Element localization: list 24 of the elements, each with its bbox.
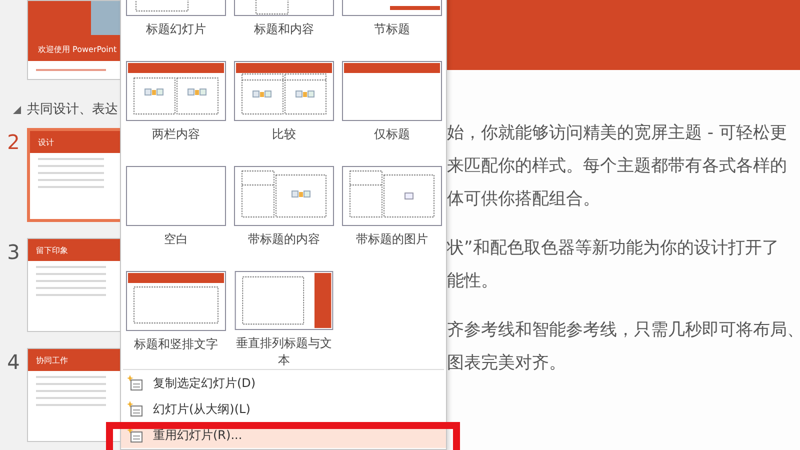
slide-number: 3 xyxy=(6,239,21,266)
collapse-triangle-icon[interactable] xyxy=(13,106,21,114)
slide-number: 2 xyxy=(6,129,21,156)
slide-star-icon xyxy=(127,427,143,443)
layout-option[interactable]: 比较 xyxy=(234,61,334,166)
layout-option[interactable]: 带标题的图片 xyxy=(342,166,442,271)
slide-paragraph: 状”和配色取色器等新功能为你的设计打开了 能性。 xyxy=(447,237,780,293)
slide-number: 4 xyxy=(6,349,21,376)
section-title: 共同设计、表达 xyxy=(27,101,118,119)
slide-paragraph: 始，你就能够访问精美的宽屏主题 - 可轻松更 来匹配你的样式。每个主题都带有各式各样的 体可供你搭配组合。 xyxy=(447,122,788,211)
layout-option[interactable]: 仅标题 xyxy=(342,61,442,166)
slide-title: 协同工作 xyxy=(36,354,68,366)
menu-item[interactable]: 复制选定幻灯片(D) xyxy=(121,370,446,396)
layout-option[interactable]: 带标题的内容 xyxy=(234,166,334,271)
slide-title: 设计 xyxy=(38,136,54,148)
layout-option[interactable]: 垂直排列标题与文本 xyxy=(234,271,334,369)
menu-item[interactable]: 幻灯片(从大纲)(L) xyxy=(121,396,446,422)
slide-star-icon xyxy=(127,401,143,417)
slide-title: 留下印象 xyxy=(36,244,68,256)
layout-option[interactable]: 标题和内容 xyxy=(234,0,334,61)
slide-star-icon xyxy=(127,375,143,391)
slide-paragraph: 齐参考线和智能参考线，只需几秒即可将布局、 图表完美对齐。 xyxy=(447,319,800,375)
layout-option[interactable]: 节标题 xyxy=(342,0,442,61)
slide-title: 欢迎使用 PowerPoint xyxy=(38,44,118,55)
